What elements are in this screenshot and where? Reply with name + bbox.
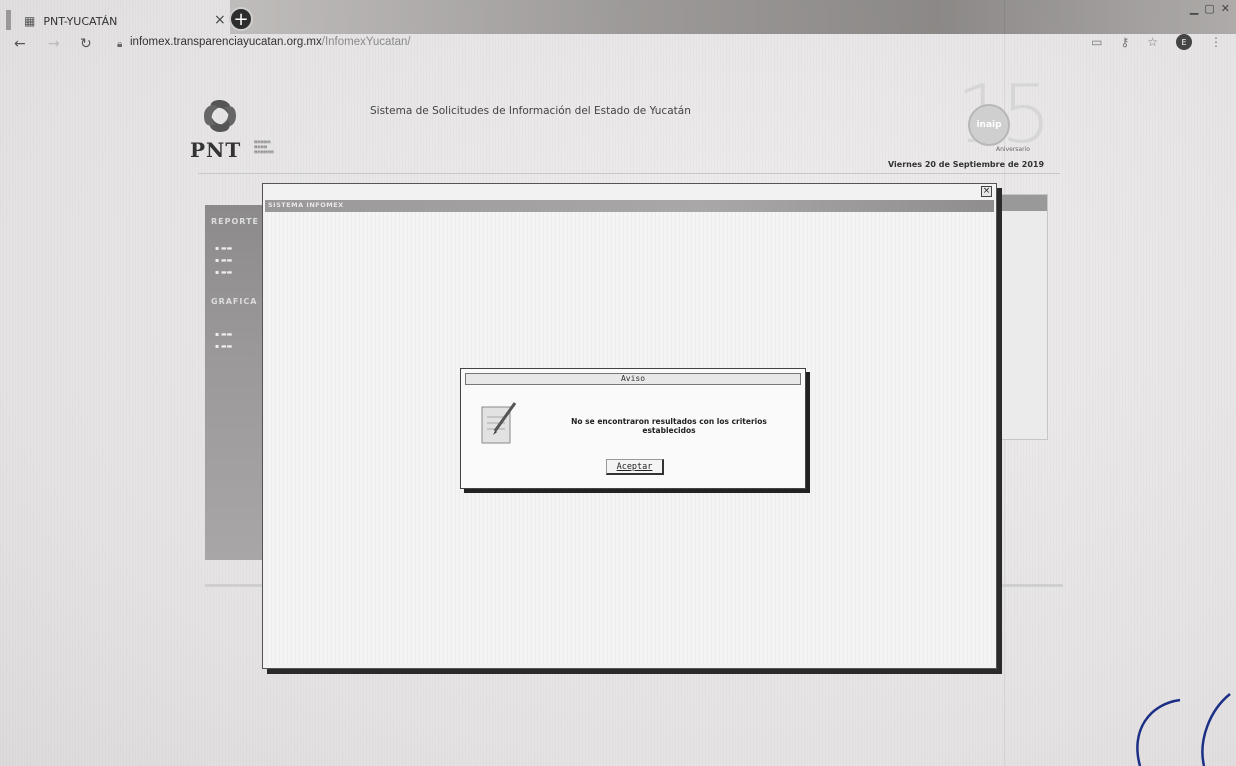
key-icon[interactable]: ⚷ — [1120, 35, 1129, 49]
tab-close-icon[interactable]: × — [214, 12, 226, 28]
modal-title: SISTEMA INFOMEX — [268, 201, 344, 209]
pnt-swirl-icon — [204, 100, 236, 132]
window-controls: ▁ ▢ ✕ — [1190, 2, 1230, 15]
maximize-icon[interactable]: ▢ — [1204, 2, 1214, 15]
sidebar-item[interactable]: ▪ ▬▬ — [215, 245, 232, 252]
logo-text: PNT — [190, 138, 242, 162]
url-path: /InfomexYucatan/ — [321, 36, 411, 48]
anniversary-logo: 15 inaip Aniversario — [950, 68, 1052, 164]
cast-icon[interactable]: ▭ — [1091, 35, 1102, 49]
signature — [1136, 693, 1231, 766]
pnt-logo: PNT ▤▤▤▤▤ ▤▤▤▤ ▤▤▤▤▤▤ — [190, 96, 310, 178]
logo-subtext: ▤▤▤▤▤ ▤▤▤▤ ▤▤▤▤▤▤ — [254, 140, 274, 154]
tab-title: PNT-YUCATÁN — [43, 14, 118, 28]
sidebar: REPORTE ▪ ▬▬ ▪ ▬▬ ▪ ▬▬ GRAFICA ▪ ▬▬ ▪ ▬▬ — [205, 205, 265, 560]
header-divider — [198, 173, 1060, 174]
sidebar-item[interactable]: ▪ ▬▬ — [215, 269, 232, 276]
tab-edge — [6, 10, 11, 30]
browser-tabstrip: ▦ PNT-YUCATÁN × + ▁ ▢ ✕ — [0, 0, 1236, 34]
anniversary-badge: inaip — [968, 104, 1010, 146]
alert-message: No se encontraron resultados con los cri… — [571, 417, 767, 435]
toolbar-icons: ▭ ⚷ ☆ E ⋮ — [1091, 34, 1222, 50]
alert-titlebar: Aviso — [465, 373, 801, 385]
system-title: Sistema de Solicitudes de Información de… — [370, 105, 691, 117]
profile-avatar[interactable]: E — [1176, 34, 1192, 50]
modal-titlebar: SISTEMA INFOMEX — [265, 200, 994, 212]
sidebar-item[interactable]: ▪ ▬▬ — [215, 257, 232, 264]
sidebar-section-graphs: GRAFICA — [211, 297, 258, 306]
close-window-icon[interactable]: ✕ — [1221, 2, 1230, 15]
sidebar-item[interactable]: ▪ ▬▬ — [215, 331, 232, 338]
address-bar[interactable]: infomex.transparenciayucatan.org.mx/Info… — [130, 36, 411, 48]
url-host: infomex.transparenciayucatan.org.mx — [130, 36, 322, 48]
lock-icon: 🔒︎ — [117, 39, 123, 50]
alert-title: Aviso — [620, 374, 646, 383]
back-arrow-icon[interactable]: ← — [14, 36, 26, 52]
notepad-pencil-icon — [481, 402, 517, 444]
browser-tab[interactable]: ▦ PNT-YUCATÁN × — [14, 8, 236, 34]
bookmark-star-icon[interactable]: ☆ — [1147, 35, 1158, 49]
site-favicon-icon: ▦ — [24, 14, 36, 28]
sidebar-item[interactable]: ▪ ▬▬ — [215, 343, 232, 350]
accept-button[interactable]: Aceptar — [606, 459, 664, 475]
forward-arrow-icon[interactable]: → — [48, 36, 60, 52]
modal-close-button[interactable]: × — [981, 186, 992, 197]
menu-dots-icon[interactable]: ⋮ — [1210, 35, 1222, 49]
anniversary-label: Aniversario — [996, 146, 1030, 153]
reload-icon[interactable]: ↻ — [80, 36, 92, 52]
alert-dialog: Aviso No se encontraron resultados con l… — [460, 368, 806, 489]
new-tab-button[interactable]: + — [229, 7, 253, 31]
current-date: Viernes 20 de Septiembre de 2019 — [888, 160, 1045, 169]
sidebar-section-reports: REPORTE — [211, 217, 260, 226]
minimize-icon[interactable]: ▁ — [1190, 2, 1198, 15]
